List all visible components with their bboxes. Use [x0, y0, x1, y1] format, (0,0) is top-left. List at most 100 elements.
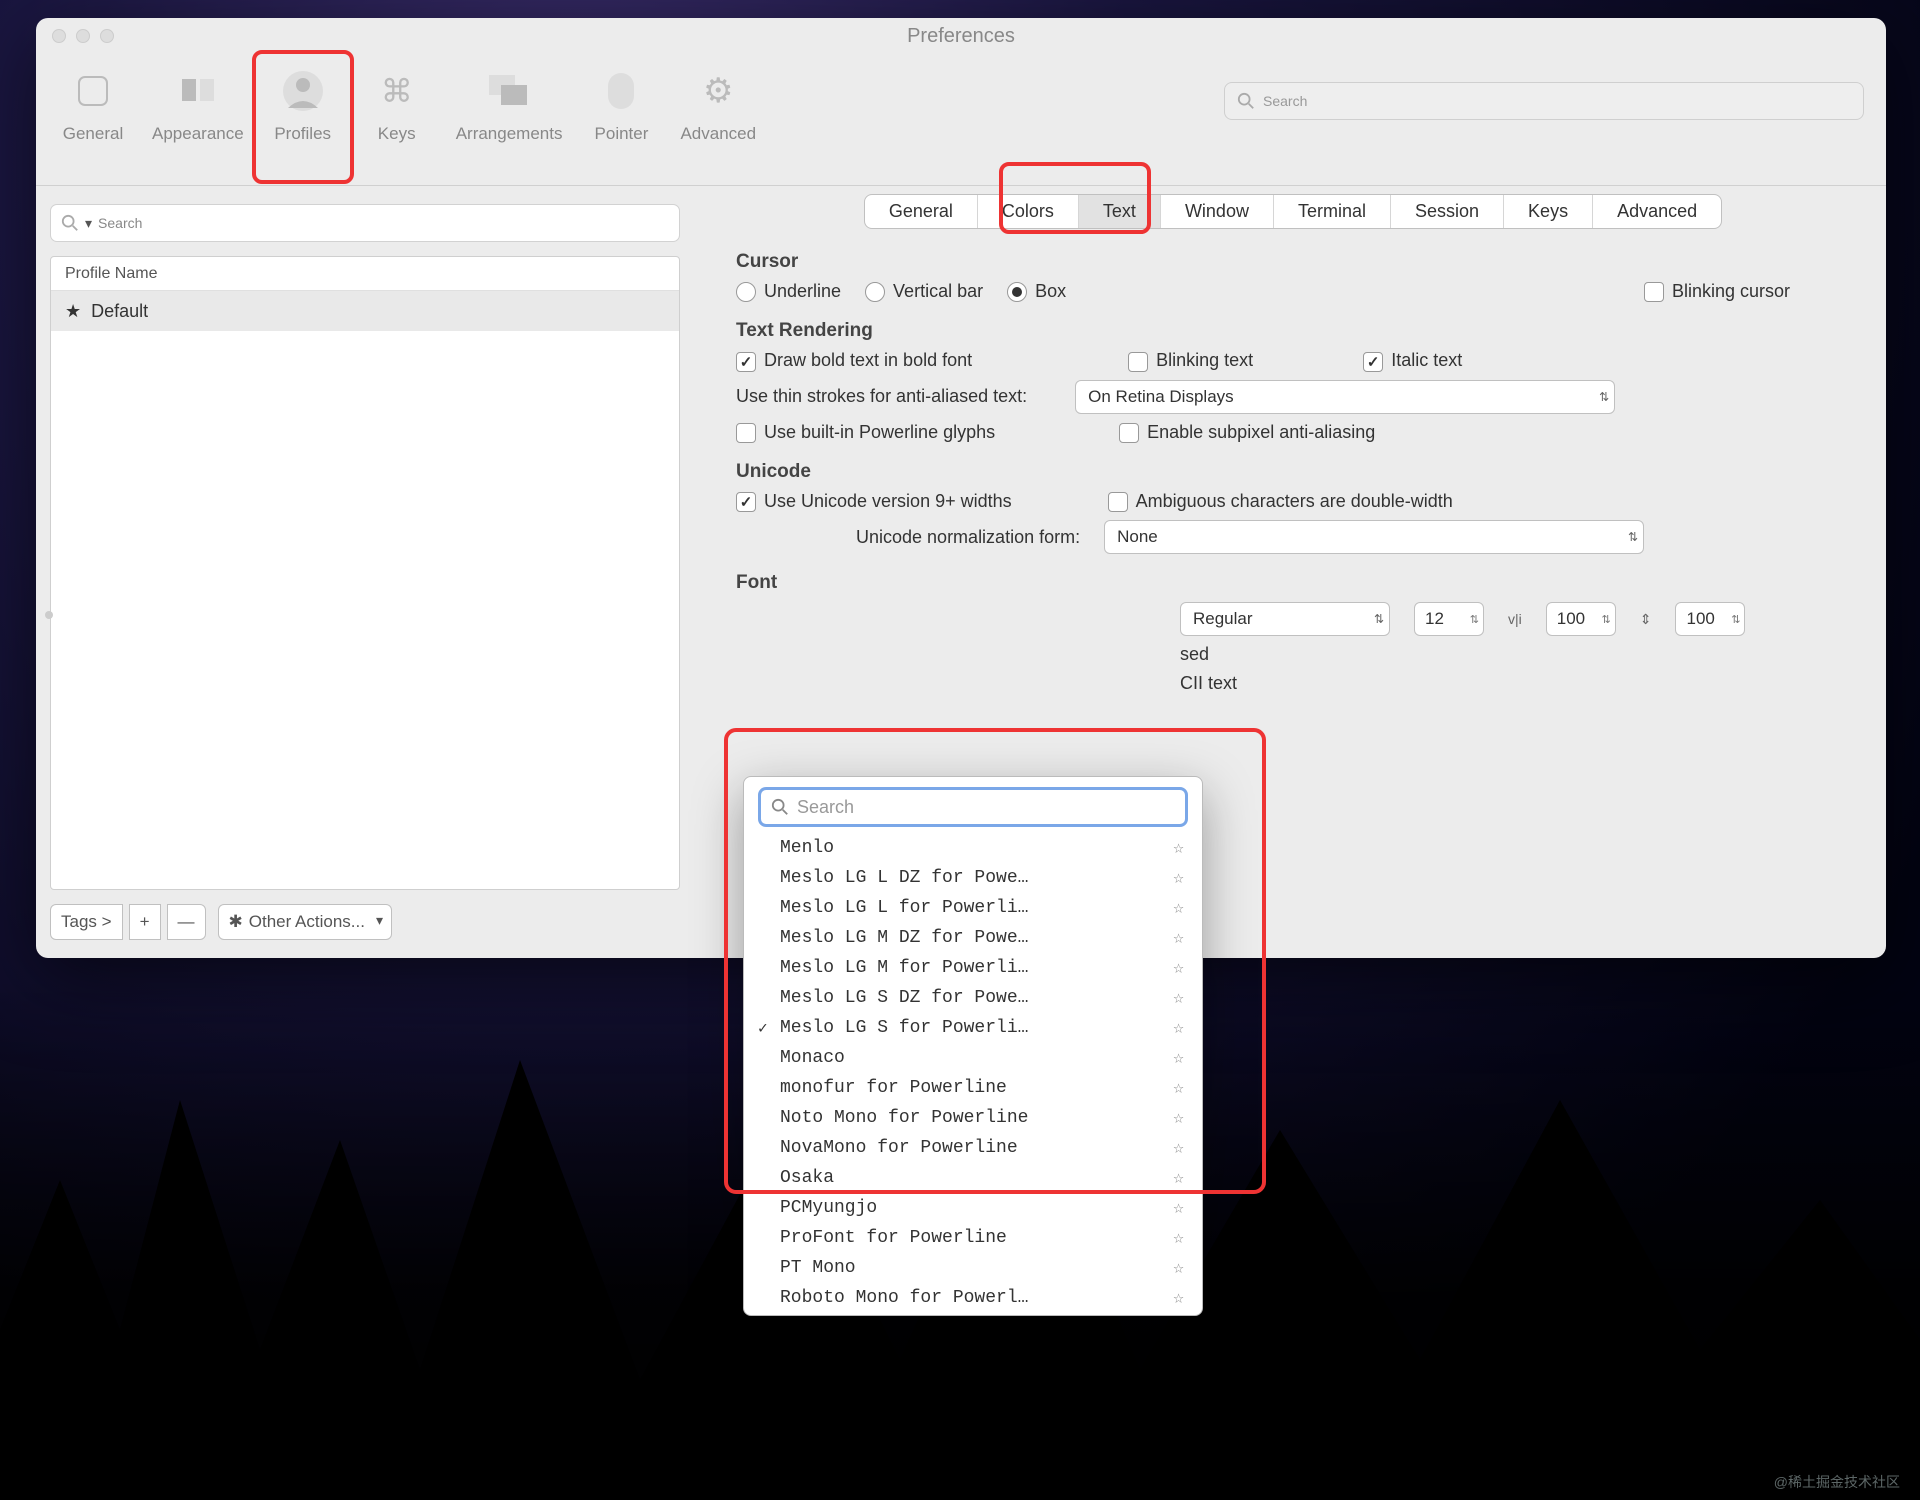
- italic-text-check[interactable]: Italic text: [1363, 350, 1462, 371]
- zoom-button[interactable]: [100, 29, 114, 43]
- font-list-item[interactable]: Osaka☆: [752, 1163, 1194, 1193]
- profile-list-header: Profile Name: [51, 257, 679, 291]
- favorite-star-icon[interactable]: ☆: [1173, 1197, 1184, 1219]
- font-list-item[interactable]: Meslo LG M DZ for Powe…☆: [752, 923, 1194, 953]
- section-unicode: Unicode: [736, 461, 1850, 483]
- favorite-star-icon[interactable]: ☆: [1173, 1257, 1184, 1279]
- favorite-star-icon[interactable]: ☆: [1173, 1017, 1184, 1039]
- remove-profile-button[interactable]: —: [167, 904, 206, 940]
- titlebar: Preferences: [36, 18, 1886, 54]
- font-list-item[interactable]: ProFont for Powerline☆: [752, 1223, 1194, 1253]
- section-text-rendering: Text Rendering: [736, 320, 1850, 342]
- toolbar-arrangements[interactable]: Arrangements: [456, 58, 563, 144]
- font-list-item[interactable]: Meslo LG M for Powerli…☆: [752, 953, 1194, 983]
- star-icon: ★: [65, 301, 81, 322]
- command-icon: ⌘: [370, 64, 424, 118]
- font-picker-popup: Search Menlo☆Meslo LG L DZ for Powe…☆Mes…: [743, 776, 1203, 1316]
- blinking-cursor-check[interactable]: Blinking cursor: [1644, 281, 1790, 302]
- tab-text[interactable]: Text: [1078, 195, 1160, 228]
- tab-advanced[interactable]: Advanced: [1592, 195, 1721, 228]
- thin-strokes-label: Use thin strokes for anti-aliased text:: [736, 386, 1027, 407]
- profiles-sidebar: ▾ Search Profile Name ★ Default Tags > +…: [36, 186, 706, 958]
- cursor-underline-radio[interactable]: Underline: [736, 281, 841, 302]
- hspacing-icon: v|i: [1508, 611, 1522, 627]
- toolbar-advanced[interactable]: ⚙ Advanced: [680, 58, 756, 144]
- tab-window[interactable]: Window: [1160, 195, 1273, 228]
- tab-general[interactable]: General: [865, 195, 977, 228]
- add-profile-button[interactable]: +: [129, 904, 161, 940]
- gear-icon: ⚙: [691, 64, 745, 118]
- hspacing-field[interactable]: 100: [1546, 602, 1616, 636]
- tab-keys[interactable]: Keys: [1503, 195, 1592, 228]
- partial-text: sed: [1180, 644, 1209, 665]
- favorite-star-icon[interactable]: ☆: [1173, 837, 1184, 859]
- blinking-text-check[interactable]: Blinking text: [1128, 350, 1253, 371]
- vspacing-field[interactable]: 100: [1675, 602, 1745, 636]
- mouse-icon: [594, 64, 648, 118]
- font-list[interactable]: Menlo☆Meslo LG L DZ for Powe…☆Meslo LG L…: [752, 833, 1194, 1313]
- font-search-input[interactable]: Search: [758, 787, 1188, 827]
- search-icon: [1237, 92, 1255, 110]
- sidebar-search[interactable]: ▾ Search: [50, 204, 680, 242]
- search-icon: [61, 214, 79, 232]
- favorite-star-icon[interactable]: ☆: [1173, 1107, 1184, 1129]
- cursor-box-radio[interactable]: Box: [1007, 281, 1066, 302]
- favorite-star-icon[interactable]: ☆: [1173, 987, 1184, 1009]
- font-list-item[interactable]: PCMyungjo☆: [752, 1193, 1194, 1223]
- toolbar-appearance[interactable]: Appearance: [152, 58, 244, 144]
- unicode-norm-select[interactable]: None: [1104, 520, 1644, 554]
- font-list-item[interactable]: Monaco☆: [752, 1043, 1194, 1073]
- favorite-star-icon[interactable]: ☆: [1173, 1047, 1184, 1069]
- ambiguous-width-check[interactable]: Ambiguous characters are double-width: [1108, 491, 1453, 512]
- section-cursor: Cursor: [736, 251, 1850, 273]
- toolbar: General Appearance Profiles ⌘ Keys Arran…: [36, 54, 1886, 186]
- toolbar-search[interactable]: Search: [1224, 82, 1864, 120]
- partial-text: CII text: [1180, 673, 1237, 694]
- favorite-star-icon[interactable]: ☆: [1173, 1287, 1184, 1309]
- favorite-star-icon[interactable]: ☆: [1173, 1077, 1184, 1099]
- resize-handle-icon[interactable]: [45, 611, 53, 619]
- font-list-item[interactable]: Noto Mono for Powerline☆: [752, 1103, 1194, 1133]
- unicode-v9-check[interactable]: Use Unicode version 9+ widths: [736, 491, 1012, 512]
- favorite-star-icon[interactable]: ☆: [1173, 867, 1184, 889]
- font-list-item[interactable]: Meslo LG L for Powerli…☆: [752, 893, 1194, 923]
- favorite-star-icon[interactable]: ☆: [1173, 957, 1184, 979]
- font-list-item[interactable]: Menlo☆: [752, 833, 1194, 863]
- favorite-star-icon[interactable]: ☆: [1173, 927, 1184, 949]
- font-size-field[interactable]: 12: [1414, 602, 1484, 636]
- tags-button[interactable]: Tags >: [50, 904, 123, 940]
- subpixel-aa-check[interactable]: Enable subpixel anti-aliasing: [1119, 422, 1375, 443]
- profile-list-item[interactable]: ★ Default: [51, 291, 679, 331]
- sidebar-bottom-toolbar: Tags > + — ✱Other Actions...: [50, 904, 680, 940]
- favorite-star-icon[interactable]: ☆: [1173, 897, 1184, 919]
- tab-colors[interactable]: Colors: [977, 195, 1078, 228]
- minimize-button[interactable]: [76, 29, 90, 43]
- font-list-item[interactable]: PT Mono☆: [752, 1253, 1194, 1283]
- swatch-icon: [171, 64, 225, 118]
- vspacing-icon: ⇕: [1640, 611, 1652, 628]
- favorite-star-icon[interactable]: ☆: [1173, 1227, 1184, 1249]
- toolbar-pointer[interactable]: Pointer: [586, 58, 656, 144]
- font-list-item[interactable]: Roboto Mono for Powerl…☆: [752, 1283, 1194, 1313]
- tab-terminal[interactable]: Terminal: [1273, 195, 1390, 228]
- font-list-item[interactable]: Meslo LG L DZ for Powe…☆: [752, 863, 1194, 893]
- toolbar-profiles[interactable]: Profiles: [268, 58, 338, 144]
- font-weight-select[interactable]: Regular: [1180, 602, 1390, 636]
- close-button[interactable]: [52, 29, 66, 43]
- font-list-item[interactable]: Meslo LG S DZ for Powe…☆: [752, 983, 1194, 1013]
- thin-strokes-select[interactable]: On Retina Displays: [1075, 380, 1615, 414]
- bold-font-check[interactable]: Draw bold text in bold font: [736, 350, 972, 371]
- other-actions-select[interactable]: ✱Other Actions...: [218, 904, 392, 940]
- font-list-item[interactable]: monofur for Powerline☆: [752, 1073, 1194, 1103]
- toolbar-general[interactable]: General: [58, 58, 128, 144]
- profile-list: Profile Name ★ Default: [50, 256, 680, 890]
- powerline-glyphs-check[interactable]: Use built-in Powerline glyphs: [736, 422, 995, 443]
- font-list-item[interactable]: NovaMono for Powerline☆: [752, 1133, 1194, 1163]
- font-list-item[interactable]: Meslo LG S for Powerli…☆: [752, 1013, 1194, 1043]
- favorite-star-icon[interactable]: ☆: [1173, 1137, 1184, 1159]
- toolbar-keys[interactable]: ⌘ Keys: [362, 58, 432, 144]
- cursor-vertical-radio[interactable]: Vertical bar: [865, 281, 983, 302]
- search-icon: [771, 798, 789, 816]
- favorite-star-icon[interactable]: ☆: [1173, 1167, 1184, 1189]
- tab-session[interactable]: Session: [1390, 195, 1503, 228]
